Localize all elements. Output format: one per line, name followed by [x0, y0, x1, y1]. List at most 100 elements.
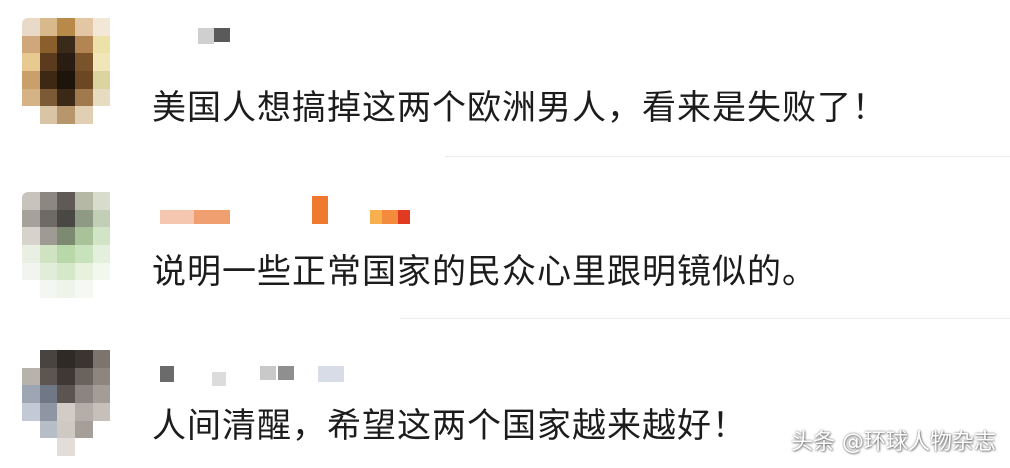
avatar-mosaic-cell — [92, 402, 111, 421]
username-redacted[interactable] — [160, 362, 360, 392]
avatar-mosaic-cell — [110, 70, 128, 89]
avatar-mosaic-cell — [39, 35, 58, 54]
avatar-mosaic-cell — [57, 106, 75, 124]
avatar[interactable] — [22, 18, 128, 124]
avatar-mosaic-cell — [57, 367, 75, 386]
avatar-mosaic-cell — [22, 35, 40, 54]
avatar-mosaic-cell — [39, 402, 58, 421]
avatar-mosaic-cell — [22, 420, 40, 439]
avatar[interactable] — [22, 350, 128, 456]
avatar-mosaic-cell — [74, 402, 93, 421]
avatar-mosaic-cell — [92, 385, 111, 403]
avatar-mosaic-cell — [39, 262, 58, 281]
avatar-mosaic-cell — [57, 438, 75, 456]
avatar-mosaic-cell — [74, 192, 93, 210]
avatar-mosaic-cell — [22, 262, 40, 281]
avatar-mosaic-cell — [22, 192, 40, 210]
avatar-mosaic-cell — [74, 350, 93, 368]
avatar[interactable] — [22, 192, 128, 298]
avatar-mosaic-cell — [92, 88, 111, 107]
avatar-mosaic-cell — [110, 420, 128, 439]
divider — [445, 156, 1010, 157]
username-mosaic-block — [160, 366, 174, 382]
avatar-mosaic-cell — [39, 280, 58, 298]
avatar-mosaic-cell — [74, 53, 93, 71]
avatar-mosaic-cell — [39, 18, 58, 36]
avatar-mosaic-cell — [92, 53, 111, 71]
avatar-mosaic-cell — [92, 106, 111, 124]
avatar-mosaic-cell — [39, 438, 58, 456]
avatar-mosaic-cell — [110, 385, 128, 403]
avatar-mosaic-cell — [57, 53, 75, 71]
avatar-mosaic-cell — [110, 280, 128, 298]
avatar-mosaic-cell — [39, 88, 58, 107]
avatar-mosaic-cell — [57, 262, 75, 281]
avatar-mosaic-cell — [57, 227, 75, 245]
avatar-mosaic-cell — [110, 209, 128, 228]
username-mosaic-block — [370, 210, 382, 224]
avatar-mosaic-cell — [39, 420, 58, 439]
avatar-mosaic-cell — [92, 227, 111, 245]
avatar-mosaic-cell — [39, 53, 58, 71]
avatar-mosaic-cell — [92, 438, 111, 456]
avatar-mosaic-cell — [22, 88, 40, 107]
avatar-mosaic-cell — [74, 262, 93, 281]
username-mosaic-block — [194, 210, 230, 224]
comment-text: 说明一些正常国家的民众心里跟明镜似的。 — [152, 252, 817, 292]
avatar-mosaic-cell — [57, 385, 75, 403]
avatar-mosaic-cell — [92, 35, 111, 54]
avatar-mosaic-cell — [57, 280, 75, 298]
avatar-mosaic-cell — [22, 70, 40, 89]
avatar-mosaic-cell — [110, 88, 128, 107]
avatar-mosaic-cell — [92, 420, 111, 439]
avatar-mosaic-cell — [92, 209, 111, 228]
avatar-mosaic-cell — [22, 367, 40, 386]
avatar-mosaic-cell — [57, 18, 75, 36]
avatar-mosaic-cell — [74, 106, 93, 124]
avatar-mosaic-cell — [92, 262, 111, 281]
avatar-mosaic-cell — [74, 227, 93, 245]
avatar-mosaic-cell — [39, 227, 58, 245]
avatar-mosaic-cell — [57, 88, 75, 107]
avatar-mosaic-cell — [39, 244, 58, 263]
username-mosaic-block — [318, 366, 344, 382]
avatar-mosaic-cell — [39, 385, 58, 403]
avatar-mosaic-cell — [92, 244, 111, 263]
avatar-mosaic-cell — [92, 70, 111, 89]
avatar-mosaic-cell — [110, 244, 128, 263]
avatar-mosaic-cell — [110, 367, 128, 386]
comment-text: 美国人想搞掉这两个欧洲男人，看来是失败了！ — [152, 88, 887, 128]
username-mosaic-block — [278, 366, 294, 380]
avatar-mosaic-cell — [74, 420, 93, 439]
avatar-mosaic-cell — [39, 70, 58, 89]
username-mosaic-block — [398, 210, 410, 224]
avatar-mosaic-cell — [39, 350, 58, 368]
avatar-mosaic-cell — [74, 35, 93, 54]
avatar-mosaic-cell — [92, 280, 111, 298]
avatar-mosaic-cell — [22, 402, 40, 421]
avatar-mosaic-cell — [57, 70, 75, 89]
avatar-mosaic-cell — [110, 350, 128, 368]
username-redacted[interactable] — [180, 24, 240, 54]
avatar-mosaic-cell — [110, 262, 128, 281]
avatar-mosaic-cell — [110, 438, 128, 456]
comment-text: 人间清醒，希望这两个国家越来越好！ — [152, 406, 747, 446]
username-mosaic-block — [212, 372, 226, 386]
avatar-mosaic-cell — [22, 53, 40, 71]
avatar-mosaic-cell — [57, 350, 75, 368]
avatar-mosaic-cell — [22, 438, 40, 456]
avatar-mosaic-cell — [22, 227, 40, 245]
username-redacted[interactable] — [160, 196, 420, 226]
avatar-mosaic-cell — [22, 244, 40, 263]
avatar-mosaic-cell — [110, 192, 128, 210]
avatar-mosaic-cell — [110, 53, 128, 71]
avatar-mosaic-cell — [74, 244, 93, 263]
divider — [400, 318, 1010, 319]
username-mosaic-block — [214, 28, 230, 42]
avatar-mosaic-cell — [92, 367, 111, 386]
source-watermark: 头条 @环球人物杂志 — [791, 430, 996, 455]
avatar-mosaic-cell — [57, 402, 75, 421]
avatar-mosaic-cell — [74, 438, 93, 456]
username-mosaic-block — [312, 196, 328, 224]
avatar-mosaic-cell — [74, 385, 93, 403]
